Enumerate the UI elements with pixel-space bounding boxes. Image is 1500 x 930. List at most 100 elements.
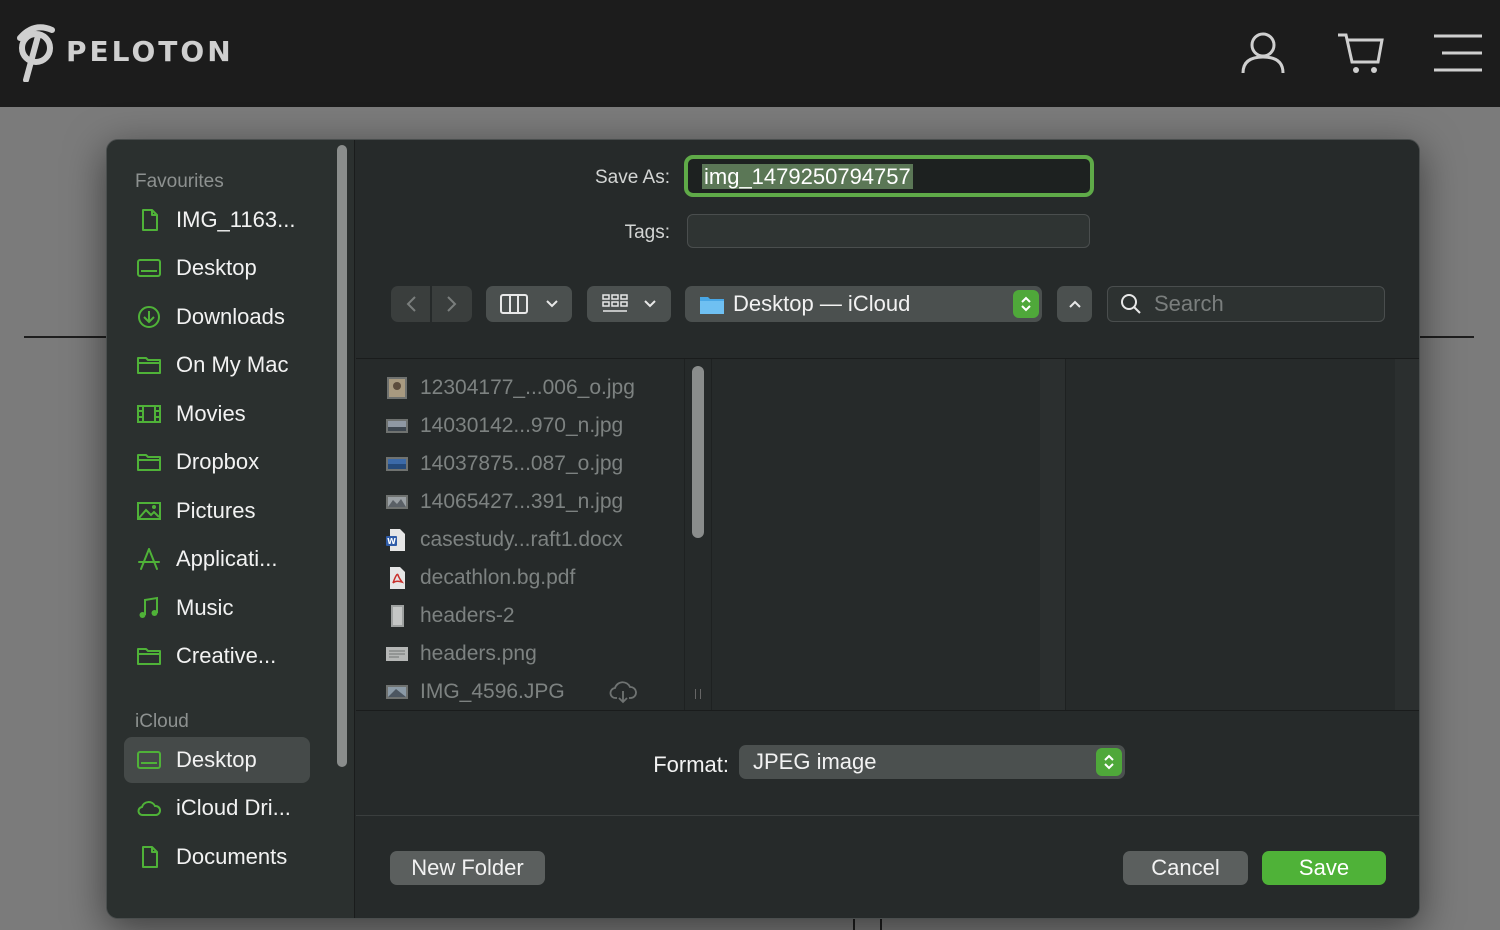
chevron-up-icon bbox=[1068, 300, 1081, 308]
sidebar-item-music[interactable]: Music bbox=[124, 585, 310, 631]
image-thumbnail-icon bbox=[386, 495, 408, 509]
file-column: 12304177_...006_o.jpg 14030142...970_n.j… bbox=[356, 359, 685, 710]
sidebar-item-applications[interactable]: Applicati... bbox=[124, 536, 310, 582]
column-resize-handle[interactable] bbox=[695, 689, 701, 699]
view-mode-button[interactable] bbox=[486, 286, 572, 322]
sidebar-item-documents[interactable]: Documents bbox=[124, 834, 310, 880]
format-label: Format: bbox=[653, 752, 729, 777]
brand-logo[interactable]: PELOTON bbox=[12, 20, 234, 82]
cart-icon[interactable] bbox=[1336, 30, 1384, 76]
folder-icon bbox=[137, 648, 161, 665]
save-as-label: Save As: bbox=[595, 167, 670, 188]
tags-label: Tags: bbox=[624, 222, 670, 243]
save-button[interactable]: Save bbox=[1262, 851, 1386, 885]
sidebar-item-label: Creative... bbox=[176, 643, 277, 668]
format-stepper bbox=[1096, 748, 1122, 776]
search-field[interactable]: Search bbox=[1107, 286, 1385, 322]
sidebar-item-label: Dropbox bbox=[176, 449, 260, 474]
image-thumbnail-icon bbox=[387, 377, 407, 399]
cloud-icon bbox=[137, 801, 162, 816]
file-row[interactable]: W casestudy...raft1.docx bbox=[385, 523, 623, 557]
location-popup[interactable]: Desktop — iCloud bbox=[685, 286, 1042, 322]
sidebar-scrollbar[interactable] bbox=[337, 145, 347, 767]
document-icon bbox=[142, 209, 158, 231]
file-name: IMG_4596.JPG bbox=[420, 680, 565, 703]
account-icon[interactable] bbox=[1240, 30, 1286, 76]
sidebar-item-icloud-desktop[interactable]: Desktop bbox=[124, 737, 310, 783]
format-popup[interactable]: JPEG image bbox=[739, 745, 1125, 779]
column-divider bbox=[711, 359, 712, 710]
sidebar-item-img-1163[interactable]: IMG_1163... bbox=[124, 197, 310, 243]
sidebar-item-label: On My Mac bbox=[176, 352, 289, 377]
sidebar-section-icloud: iCloud bbox=[135, 711, 189, 732]
file-row[interactable]: 14030142...970_n.jpg bbox=[385, 409, 623, 443]
sidebar-item-label: Downloads bbox=[176, 304, 285, 329]
chevron-right-icon bbox=[447, 296, 457, 312]
sidebar-item-label: Applicati... bbox=[176, 546, 278, 571]
file-row[interactable]: decathlon.bg.pdf bbox=[385, 561, 575, 595]
sidebar-item-label: Pictures bbox=[176, 498, 256, 523]
folder-icon bbox=[137, 454, 161, 471]
sidebar-item-label: Movies bbox=[176, 401, 246, 426]
sidebar-item-label: Desktop bbox=[176, 255, 257, 280]
sidebar-item-icloud-drive[interactable]: iCloud Dri... bbox=[124, 785, 310, 831]
search-icon bbox=[1121, 294, 1141, 314]
sidebar-item-label: IMG_1163... bbox=[176, 207, 296, 232]
image-thumbnail-icon bbox=[386, 419, 408, 433]
file-name: 14030142...970_n.jpg bbox=[420, 414, 624, 437]
search-placeholder: Search bbox=[1154, 291, 1224, 316]
cloud-download-icon[interactable] bbox=[609, 680, 637, 704]
chevron-down-icon bbox=[644, 300, 656, 308]
forward-button[interactable] bbox=[432, 286, 472, 322]
location-label: Desktop — iCloud bbox=[733, 291, 911, 316]
cancel-button[interactable]: Cancel bbox=[1123, 851, 1248, 885]
save-as-value: img_1479250794757 bbox=[702, 164, 913, 189]
desktop-icon bbox=[137, 751, 161, 769]
chevron-up-down-icon bbox=[1104, 754, 1114, 770]
file-column-scrollbar[interactable] bbox=[692, 366, 704, 538]
menu-icon[interactable] bbox=[1432, 34, 1484, 72]
music-icon bbox=[139, 596, 158, 618]
tags-field[interactable] bbox=[687, 214, 1090, 248]
film-icon bbox=[137, 405, 161, 423]
file-row[interactable]: headers-2 bbox=[385, 599, 515, 633]
sidebar-item-label: Documents bbox=[176, 844, 288, 869]
file-row[interactable]: 12304177_...006_o.jpg bbox=[385, 371, 635, 405]
save-as-field[interactable]: img_1479250794757 bbox=[684, 155, 1094, 197]
sidebar-item-pictures[interactable]: Pictures bbox=[124, 488, 310, 534]
back-button[interactable] bbox=[391, 286, 430, 322]
sidebar-item-label: Desktop bbox=[176, 747, 257, 772]
file-row[interactable]: IMG_4596.JPG bbox=[385, 675, 637, 709]
sidebar-item-downloads[interactable]: Downloads bbox=[124, 294, 310, 340]
chevron-left-icon bbox=[406, 296, 416, 312]
file-name: decathlon.bg.pdf bbox=[420, 566, 576, 589]
file-browser: 12304177_...006_o.jpg 14030142...970_n.j… bbox=[356, 358, 1419, 711]
sidebar-item-on-my-mac[interactable]: On My Mac bbox=[124, 342, 310, 388]
chevron-down-icon bbox=[546, 300, 558, 308]
file-name: 14037875...087_o.jpg bbox=[420, 452, 624, 475]
sidebar-item-creative[interactable]: Creative... bbox=[124, 633, 310, 679]
sidebar-item-movies[interactable]: Movies bbox=[124, 391, 310, 437]
file-row[interactable]: 14037875...087_o.jpg bbox=[385, 447, 623, 481]
sidebar-item-dropbox[interactable]: Dropbox bbox=[124, 439, 310, 485]
svg-text:W: W bbox=[387, 537, 396, 546]
group-button[interactable] bbox=[587, 286, 671, 322]
document-icon bbox=[142, 846, 158, 868]
nav-buttons bbox=[391, 286, 472, 322]
save-dialog: Favourites IMG_1163... Desktop Downloads… bbox=[106, 139, 1420, 919]
file-row[interactable]: 14065427...391_n.jpg bbox=[385, 485, 623, 519]
file-name: headers-2 bbox=[420, 604, 515, 627]
file-icon bbox=[391, 605, 404, 627]
new-folder-button[interactable]: New Folder bbox=[390, 851, 545, 885]
pdf-icon bbox=[390, 567, 405, 589]
image-thumbnail-icon bbox=[386, 647, 408, 661]
file-row[interactable]: headers.png bbox=[385, 637, 537, 671]
grid-icon bbox=[602, 294, 628, 312]
file-name: 12304177_...006_o.jpg bbox=[420, 376, 635, 399]
sidebar-item-desktop[interactable]: Desktop bbox=[124, 245, 310, 291]
photo-icon bbox=[137, 502, 161, 520]
background-divider bbox=[1420, 336, 1474, 338]
collapse-button[interactable] bbox=[1057, 286, 1092, 322]
sidebar: Favourites IMG_1163... Desktop Downloads… bbox=[107, 140, 355, 918]
chevron-up-down-icon bbox=[1021, 296, 1031, 312]
